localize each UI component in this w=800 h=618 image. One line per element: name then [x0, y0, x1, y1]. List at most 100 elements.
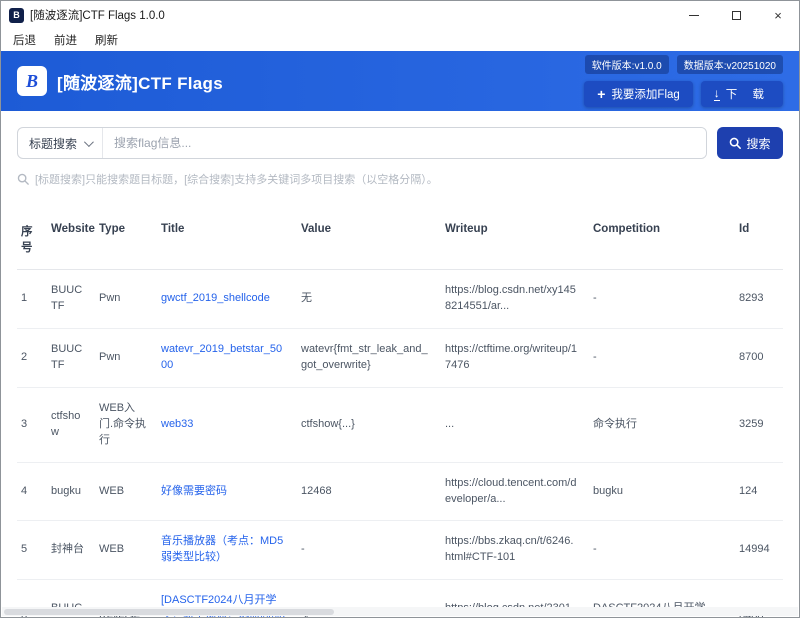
table-row: 4bugkuWEB好像需要密码12468https://cloud.tencen… [17, 462, 783, 521]
cell-competition: - [589, 270, 735, 329]
search-button-label: 搜索 [746, 135, 770, 152]
search-group: 标题搜索 [17, 127, 707, 159]
cell-writeup: https://cloud.tencent.com/developer/a... [441, 462, 589, 521]
cell-id: 3259 [735, 387, 783, 462]
cell-value: watevr{fmt_str_leak_and_got_overwrite} [297, 328, 441, 387]
cell-no: 3 [17, 387, 47, 462]
table-body: 1BUUCTFPwngwctf_2019_shellcode无https://b… [17, 270, 783, 618]
header-actions: + 我要添加Flag ↓ 下 载 [584, 81, 783, 107]
table-row: 1BUUCTFPwngwctf_2019_shellcode无https://b… [17, 270, 783, 329]
cell-type: WEB入门.命令执行 [95, 387, 157, 462]
cell-type: Pwn [95, 328, 157, 387]
title-link[interactable]: 音乐播放器（考点：MD5弱类型比较） [161, 535, 283, 563]
search-mode-label: 标题搜索 [29, 135, 77, 152]
cell-value: - [297, 521, 441, 580]
cell-value: 无 [297, 270, 441, 329]
menubar: 后退 前进 刷新 [1, 29, 799, 51]
cell-id: 14994 [735, 521, 783, 580]
cell-type: WEB [95, 521, 157, 580]
data-version-badge: 数据版本:v20251020 [677, 55, 783, 74]
plus-icon: + [597, 87, 605, 101]
cell-no: 4 [17, 462, 47, 521]
page-title: [随波逐流]CTF Flags [57, 69, 223, 94]
download-button[interactable]: ↓ 下 载 [701, 81, 783, 107]
menu-item-forward[interactable]: 前进 [54, 32, 77, 48]
title-link[interactable]: 好像需要密码 [161, 485, 227, 497]
flags-table: 序号 Website Type Title Value Writeup Comp… [17, 213, 783, 617]
add-flag-label: 我要添加Flag [611, 86, 679, 102]
cell-competition: - [589, 521, 735, 580]
search-row: 标题搜索 搜索 [17, 127, 783, 159]
download-label: 下 载 [726, 86, 770, 102]
cell-competition: bugku [589, 462, 735, 521]
cell-website: BUUCTF [47, 328, 95, 387]
search-mode-select[interactable]: 标题搜索 [18, 128, 103, 158]
close-button[interactable]: × [757, 1, 799, 29]
search-icon [729, 137, 741, 149]
cell-title: 好像需要密码 [157, 462, 297, 521]
search-input[interactable] [103, 128, 706, 158]
hint-search-icon [17, 173, 29, 185]
flags-table-wrap: 序号 Website Type Title Value Writeup Comp… [17, 213, 783, 617]
column-header-writeup: Writeup [441, 213, 589, 270]
minimize-button[interactable] [673, 1, 715, 29]
content-area: 标题搜索 搜索 [标题搜索]只能搜索题目标题，[综合搜索]支持多关键词多项目搜索… [1, 111, 799, 617]
app-logo: B [17, 66, 47, 96]
search-button[interactable]: 搜索 [717, 127, 783, 159]
close-icon: × [774, 9, 782, 22]
chevron-down-icon [84, 137, 94, 147]
cell-website: BUUCTF [47, 270, 95, 329]
cell-title: gwctf_2019_shellcode [157, 270, 297, 329]
cell-value: 12468 [297, 462, 441, 521]
cell-website: ctfshow [47, 387, 95, 462]
column-header-competition: Competition [589, 213, 735, 270]
menu-item-refresh[interactable]: 刷新 [95, 32, 118, 48]
maximize-button[interactable] [715, 1, 757, 29]
cell-website: bugku [47, 462, 95, 521]
table-row: 2BUUCTFPwnwatevr_2019_betstar_5000 watevr… [17, 328, 783, 387]
cell-value: ctfshow{...} [297, 387, 441, 462]
cell-no: 2 [17, 328, 47, 387]
version-row: 软件版本:v1.0.0 数据版本:v20251020 [585, 55, 783, 74]
menu-item-back[interactable]: 后退 [13, 32, 36, 48]
cell-competition: - [589, 328, 735, 387]
title-link[interactable]: web33 [161, 418, 193, 430]
cell-id: 8700 [735, 328, 783, 387]
cell-title: watevr_2019_betstar_5000 [157, 328, 297, 387]
cell-competition: 命令执行 [589, 387, 735, 462]
title-link[interactable]: watevr_2019_betstar_5000 [161, 343, 282, 371]
table-head: 序号 Website Type Title Value Writeup Comp… [17, 213, 783, 270]
window-title: [随波逐流]CTF Flags 1.0.0 [30, 7, 165, 23]
table-header-row: 序号 Website Type Title Value Writeup Comp… [17, 213, 783, 270]
cell-writeup: https://blog.csdn.net/xy1458214551/ar... [441, 270, 589, 329]
app-window: B [随波逐流]CTF Flags 1.0.0 × 后退 前进 刷新 B [随波… [0, 0, 800, 618]
title-link[interactable]: gwctf_2019_shellcode [161, 292, 270, 304]
app-icon: B [9, 8, 24, 23]
window-controls: × [673, 1, 799, 29]
cell-no: 5 [17, 521, 47, 580]
cell-writeup: https://bbs.zkaq.cn/t/6246.html#CTF-101 [441, 521, 589, 580]
column-header-type: Type [95, 213, 157, 270]
cell-title: web33 [157, 387, 297, 462]
titlebar: B [随波逐流]CTF Flags 1.0.0 × [1, 1, 799, 29]
software-version-badge: 软件版本:v1.0.0 [585, 55, 669, 74]
column-header-value: Value [297, 213, 441, 270]
cell-writeup: https://ctftime.org/writeup/17476 [441, 328, 589, 387]
header-right: 软件版本:v1.0.0 数据版本:v20251020 + 我要添加Flag ↓ … [584, 55, 783, 107]
cell-type: WEB [95, 462, 157, 521]
cell-id: 8293 [735, 270, 783, 329]
horizontal-scrollbar [2, 607, 798, 616]
column-header-title: Title [157, 213, 297, 270]
column-header-website: Website [47, 213, 95, 270]
download-icon: ↓ [714, 87, 720, 101]
cell-id: 124 [735, 462, 783, 521]
cell-no: 1 [17, 270, 47, 329]
cell-writeup: ... [441, 387, 589, 462]
cell-website: 封神台 [47, 521, 95, 580]
table-row: 3ctfshowWEB入门.命令执行 web33 ctfshow{...}...命令… [17, 387, 783, 462]
horizontal-scrollbar-thumb[interactable] [4, 609, 334, 615]
column-header-no: 序号 [17, 213, 47, 270]
table-row: 5封神台WEB音乐播放器（考点：MD5弱类型比较）-https://bbs.zk… [17, 521, 783, 580]
minimize-icon [689, 15, 699, 16]
add-flag-button[interactable]: + 我要添加Flag [584, 81, 693, 107]
